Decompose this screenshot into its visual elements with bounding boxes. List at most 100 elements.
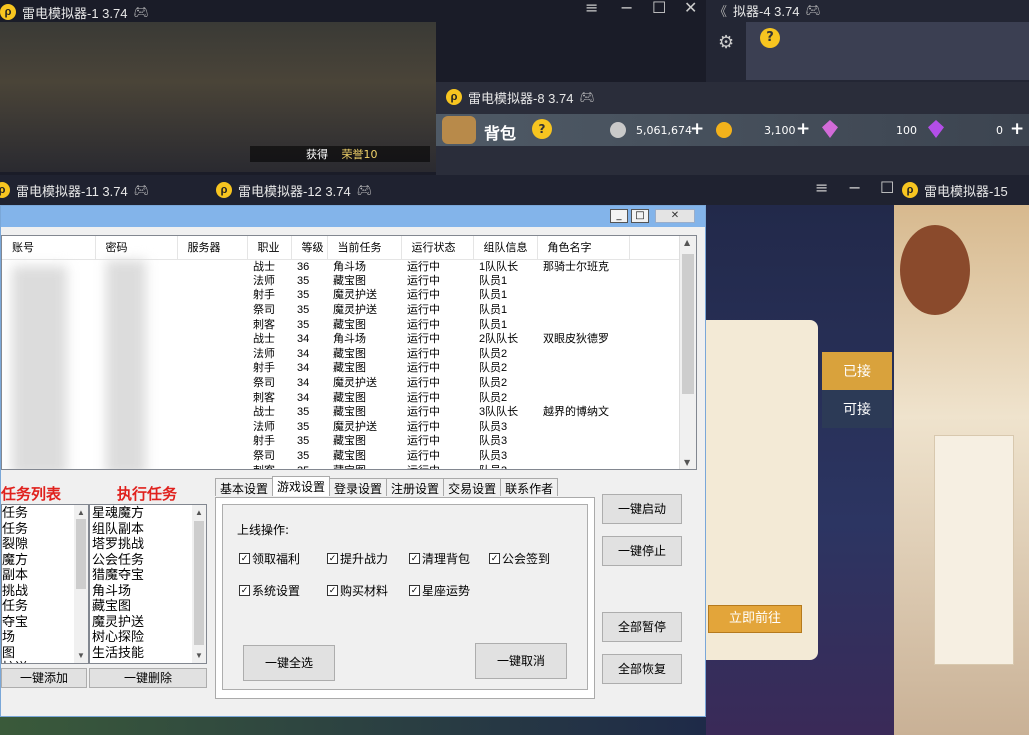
cell-level: 35 [297, 289, 310, 302]
table-row[interactable]: 刺客 35 藏宝图 运行中 队员1 [2, 317, 681, 332]
window-title-12[interactable]: ρ 雷电模拟器-12 3.74 🎮︎ [216, 178, 372, 202]
table-row[interactable]: 刺客35藏宝图运行中队员3 [2, 463, 681, 469]
col-class[interactable]: 职业 [247, 236, 292, 260]
tab-trade-settings[interactable]: 交易设置 [443, 478, 502, 496]
dialog-close-button[interactable]: ✕ [655, 209, 695, 223]
table-row[interactable]: 祭司 35 藏宝图 运行中 队员3 [2, 449, 681, 464]
table-row[interactable]: 战士 34 角斗场 运行中 2队队长 双眼皮狄德罗 [2, 332, 681, 347]
go-now-button[interactable]: 立即前往 [708, 605, 802, 633]
col-team-info[interactable]: 组队信息 [473, 236, 538, 260]
exec-task-item[interactable]: 角斗场 [92, 583, 206, 599]
close-icon[interactable]: ✕ [684, 0, 697, 17]
checkbox-guild-signin[interactable]: ✓ 公会签到 [489, 550, 550, 567]
table-row[interactable]: 法师 34 藏宝图 运行中 队员2 [2, 347, 681, 362]
table-row[interactable]: 战士 36 角斗场 运行中 1队队长 那骑士尔班克 [2, 259, 681, 274]
exec-list-scrollbar[interactable]: ▲ ▼ [192, 505, 206, 663]
maximize-icon[interactable]: ☐ [652, 0, 666, 17]
table-row[interactable]: 法师 35 魔灵护送 运行中 队员3 [2, 420, 681, 435]
add-crystal-button[interactable]: + [1010, 119, 1024, 139]
exec-task-item[interactable]: 公会任务 [92, 552, 206, 568]
tab-register-settings[interactable]: 注册设置 [386, 478, 445, 496]
checkbox-check-icon: ✓ [409, 585, 420, 596]
bag-icon[interactable] [442, 116, 476, 144]
exec-task-item[interactable]: 藏宝图 [92, 598, 206, 614]
grid-scroll-thumb[interactable] [682, 254, 694, 394]
col-level[interactable]: 等级 [291, 236, 328, 260]
add-gold-button[interactable]: + [796, 119, 810, 139]
exec-task-item[interactable]: 星魂魔方 [92, 505, 206, 521]
pause-all-button[interactable]: 全部暂停 [602, 612, 682, 642]
exec-task-item[interactable]: 魔灵护送 [92, 614, 206, 630]
settings-gear-icon[interactable]: ⚙ [718, 32, 734, 53]
window-title-4[interactable]: 《 拟器-4 3.74 🎮︎ [714, 0, 821, 22]
task-list-scrollbar[interactable]: ▲ ▼ [74, 505, 88, 663]
add-all-button[interactable]: 一键添加 [1, 668, 87, 688]
table-row[interactable]: 刺客 34 藏宝图 运行中 队员2 [2, 390, 681, 405]
maximize-icon[interactable]: ☐ [880, 178, 894, 197]
task-list-box[interactable]: 任务任务裂隙魔方副本挑战任务夺宝场图护送 ▲ ▼ [1, 504, 89, 664]
menu-icon[interactable]: ≡ [815, 178, 828, 197]
tab-login-settings[interactable]: 登录设置 [329, 478, 388, 496]
window-title-11[interactable]: ρ 雷电模拟器-11 3.74 🎮︎ [0, 178, 149, 202]
col-password[interactable]: 密码 [95, 236, 178, 260]
cell-run-status: 运行中 [407, 450, 440, 463]
exec-task-item[interactable]: 生活技能 [92, 645, 206, 661]
col-run-status[interactable]: 运行状态 [401, 236, 474, 260]
exec-task-box[interactable]: 星魂魔方 组队副本 塔罗挑战 公会任务 猎魔夺宝 角斗场 藏宝图 魔灵护送 树心探险 生活技能 ▲… [89, 504, 207, 664]
select-all-button[interactable]: 一键全选 [243, 645, 335, 681]
grid-scrollbar[interactable]: ▲ ▼ [679, 236, 696, 469]
tab-game-settings[interactable]: 游戏设置 [272, 476, 331, 496]
dialog-maximize-button[interactable]: □ [631, 209, 649, 223]
table-row[interactable]: 法师 35 藏宝图 运行中 队员1 [2, 274, 681, 289]
checkbox-boost-power[interactable]: ✓ 提升战力 [327, 550, 388, 567]
col-server[interactable]: 服务器 [177, 236, 248, 260]
exec-task-item[interactable]: 塔罗挑战 [92, 536, 206, 552]
tab-acceptable[interactable]: 可接 [822, 390, 892, 428]
window-11-title: 雷电模拟器-11 3.74 [16, 183, 128, 199]
checkbox-check-icon: ✓ [239, 553, 250, 564]
cell-class: 法师 [253, 347, 275, 360]
window-title-8[interactable]: ρ 雷电模拟器-8 3.74 🎮︎ [446, 85, 595, 109]
help-icon[interactable]: ? [760, 28, 780, 48]
table-row[interactable]: 祭司 35 魔灵护送 运行中 队员1 [2, 303, 681, 318]
checkbox-buy-materials[interactable]: ✓ 购买材料 [327, 582, 388, 599]
table-row[interactable]: 战士 35 藏宝图 运行中 3队队长 越界的博纳文 [2, 405, 681, 420]
bag-help-icon[interactable]: ? [532, 119, 552, 139]
bag-label: 背包 [484, 124, 517, 143]
minimize-icon[interactable]: − [848, 178, 861, 197]
start-all-button[interactable]: 一键启动 [602, 494, 682, 524]
col-role-name[interactable]: 角色名字 [537, 236, 630, 260]
col-current-task[interactable]: 当前任务 [327, 236, 402, 260]
exec-task-item[interactable]: 组队副本 [92, 521, 206, 537]
minimize-icon[interactable]: − [620, 0, 633, 17]
back-icon[interactable]: 《 [714, 1, 727, 20]
stop-all-button[interactable]: 一键停止 [602, 536, 682, 566]
exec-task-item[interactable]: 猎魔夺宝 [92, 567, 206, 583]
dialog-minimize-button[interactable]: _ [610, 209, 628, 223]
tab-accepted[interactable]: 已接 [822, 352, 892, 390]
account-grid[interactable]: 账号 密码 服务器 职业 等级 当前任务 运行状态 组队信息 角色名字 战士 36… [1, 235, 697, 470]
tab-basic-settings[interactable]: 基本设置 [215, 478, 274, 496]
cell-class: 刺客 [253, 318, 275, 331]
table-row[interactable]: 祭司 34 魔灵护送 运行中 队员2 [2, 376, 681, 391]
checkbox-check-icon: ✓ [239, 585, 250, 596]
window-title-15[interactable]: ρ 雷电模拟器-15 [902, 178, 1008, 202]
table-row[interactable]: 射手 34 藏宝图 运行中 队员2 [2, 361, 681, 376]
checkbox-clean-bag[interactable]: ✓ 清理背包 [409, 550, 470, 567]
checkbox-system-settings[interactable]: ✓ 系统设置 [239, 582, 300, 599]
checkbox-check-icon: ✓ [489, 553, 500, 564]
delete-all-button[interactable]: 一键删除 [89, 668, 207, 688]
add-silver-button[interactable]: + [690, 119, 704, 139]
col-account[interactable]: 账号 [2, 236, 96, 260]
resume-all-button[interactable]: 全部恢复 [602, 654, 682, 684]
menu-icon[interactable]: ≡ [585, 0, 598, 17]
cell-class: 祭司 [253, 450, 275, 463]
table-row[interactable]: 射手 35 魔灵护送 运行中 队员1 [2, 288, 681, 303]
checkbox-horoscope[interactable]: ✓ 星座运势 [409, 582, 470, 599]
tab-contact-author[interactable]: 联系作者 [500, 478, 559, 496]
table-row[interactable]: 射手 35 藏宝图 运行中 队员3 [2, 434, 681, 449]
checkbox-claim-welfare[interactable]: ✓ 领取福利 [239, 550, 300, 567]
cancel-all-button[interactable]: 一键取消 [475, 643, 567, 679]
window-title-1[interactable]: ρ 雷电模拟器-1 3.74 🎮︎ [0, 0, 149, 24]
exec-task-item[interactable]: 树心探险 [92, 629, 206, 645]
